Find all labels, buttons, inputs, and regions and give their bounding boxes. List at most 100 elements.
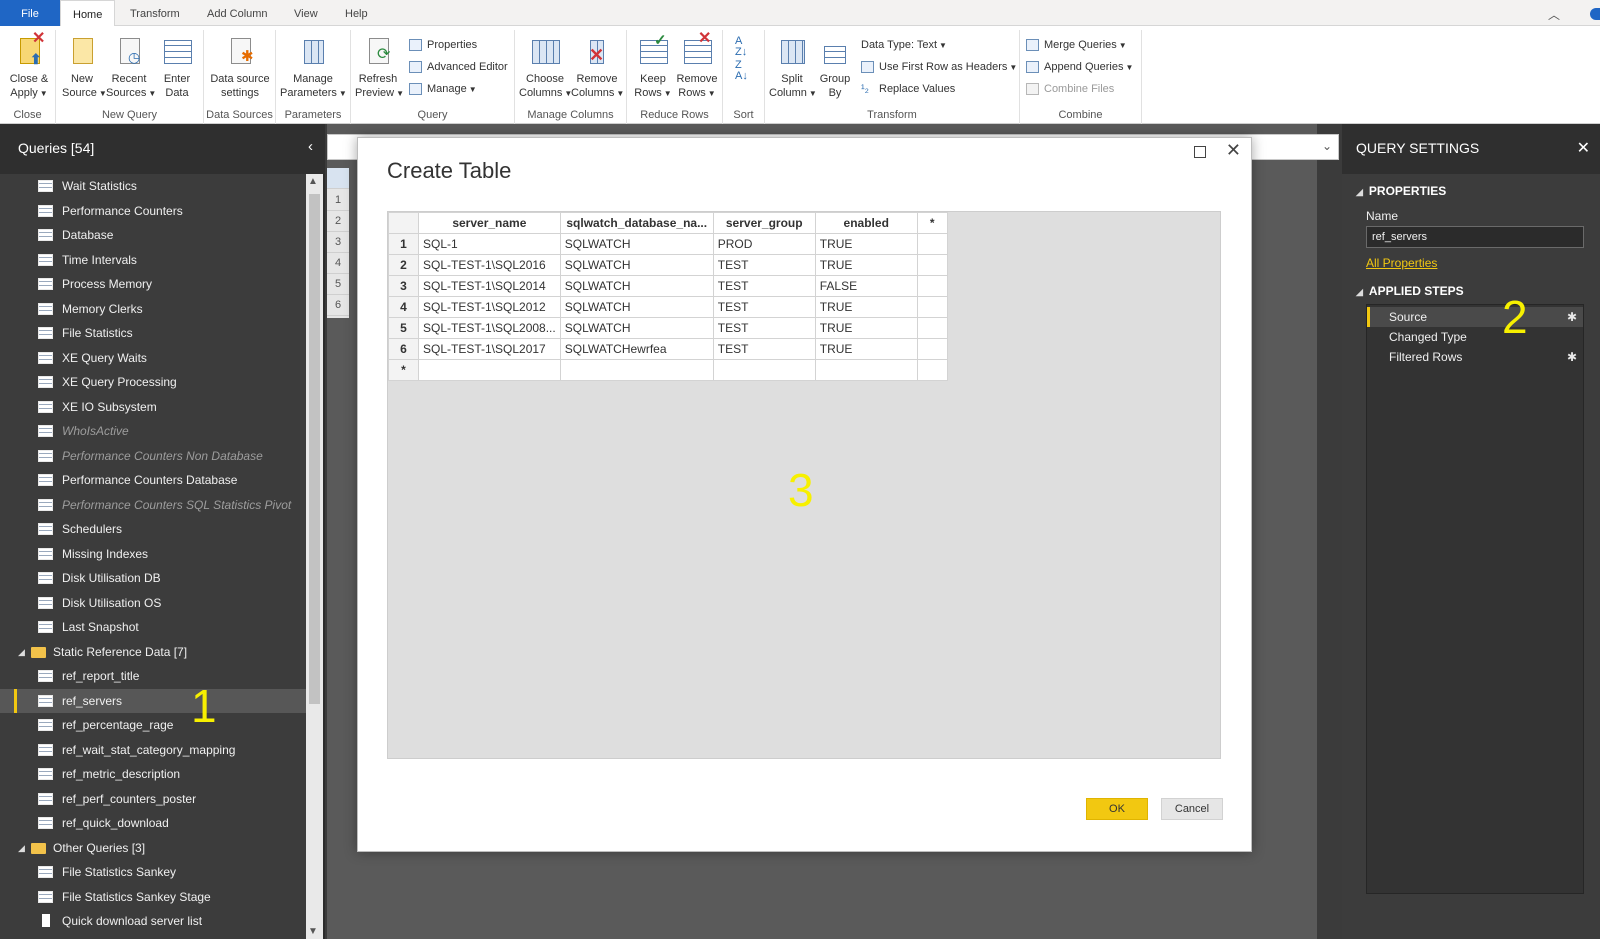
column-header[interactable]: enabled	[814, 212, 918, 234]
table-cell[interactable]	[916, 317, 948, 339]
close-icon[interactable]: ✕	[1577, 138, 1590, 158]
query-item[interactable]: XE IO Subsystem	[0, 395, 306, 419]
all-properties-link[interactable]: All Properties	[1366, 256, 1437, 270]
remove-columns-button[interactable]: ✕ Remove Columns ▼	[571, 36, 624, 101]
tab-add-column[interactable]: Add Column	[195, 0, 280, 27]
row-number[interactable]: 3	[388, 275, 419, 297]
scroll-down-icon[interactable]: ▼	[308, 926, 318, 937]
merge-queries-button[interactable]: Merge Queries ▼	[1026, 36, 1127, 54]
query-item[interactable]: File Statistics Sankey Stage	[0, 885, 306, 909]
query-item[interactable]: Last Snapshot	[0, 615, 306, 639]
gear-icon[interactable]: ✱	[1567, 307, 1577, 327]
applied-step[interactable]: Source ✱	[1367, 307, 1583, 327]
table-cell[interactable]	[418, 359, 561, 381]
table-cell[interactable]: TRUE	[814, 296, 918, 318]
query-folder[interactable]: ◢ Other Queries [3]	[0, 836, 306, 860]
query-folder[interactable]: ◢ Static Reference Data [7]	[0, 640, 306, 664]
table-cell[interactable]: FALSE	[814, 275, 918, 297]
chevron-up-icon[interactable]: ︿	[1548, 6, 1560, 22]
gear-icon[interactable]: ✱	[1567, 347, 1577, 367]
tab-help[interactable]: Help	[333, 0, 380, 27]
row-number[interactable]: 4	[388, 296, 419, 318]
table-cell[interactable]	[916, 296, 948, 318]
table-cell[interactable]: SQLWATCHewrfea	[559, 338, 714, 360]
new-row-marker[interactable]: *	[388, 359, 419, 381]
query-item[interactable]: Disk Utilisation OS	[0, 591, 306, 615]
properties-button[interactable]: Properties	[409, 36, 477, 54]
query-item[interactable]: Performance Counters Database	[0, 468, 306, 492]
add-column-header[interactable]: *	[916, 212, 948, 234]
query-name-input[interactable]	[1366, 226, 1584, 248]
table-cell[interactable]	[559, 359, 714, 381]
query-item[interactable]: ref_quick_download	[0, 811, 306, 835]
table-cell[interactable]: TEST	[712, 317, 816, 339]
query-item[interactable]: Database	[0, 223, 306, 247]
queries-scrollbar[interactable]: ▲ ▼	[306, 174, 323, 939]
query-item[interactable]: ref_report_title	[0, 664, 306, 688]
query-item[interactable]: Performance Counters	[0, 199, 306, 223]
manage-parameters-button[interactable]: Manage Parameters ▼	[280, 36, 347, 101]
properties-section[interactable]: ◢ PROPERTIES	[1356, 184, 1446, 198]
applied-steps-section[interactable]: ◢ APPLIED STEPS	[1356, 284, 1464, 298]
table-cell[interactable]: TEST	[712, 296, 816, 318]
split-column-button[interactable]: Split Column ▼	[769, 36, 817, 101]
query-item[interactable]: ref_wait_stat_category_mapping	[0, 738, 306, 762]
query-item[interactable]: Disk Utilisation DB	[0, 566, 306, 590]
group-by-button[interactable]: Group By	[817, 36, 853, 100]
table-cell[interactable]	[916, 254, 948, 276]
query-item[interactable]: Wait Statistics	[0, 174, 306, 198]
replace-values-button[interactable]: ¹₂ Replace Values	[861, 80, 955, 98]
recent-sources-button[interactable]: ◷ Recent Sources ▼	[106, 36, 156, 101]
query-item[interactable]: Process Memory	[0, 272, 306, 296]
query-item[interactable]: Performance Counters SQL Statistics Pivo…	[0, 493, 306, 517]
applied-step[interactable]: Filtered Rows ✱	[1367, 347, 1583, 367]
query-item[interactable]: XE Query Waits	[0, 346, 306, 370]
table-cell[interactable]	[916, 275, 948, 297]
table-cell[interactable]: PROD	[712, 233, 816, 255]
tab-transform[interactable]: Transform	[118, 0, 192, 27]
table-cell[interactable]: SQLWATCH	[559, 233, 714, 255]
enter-data-button[interactable]: Enter Data	[156, 36, 198, 100]
applied-step[interactable]: Changed Type	[1367, 327, 1583, 347]
table-cell[interactable]: SQLWATCH	[559, 254, 714, 276]
table-cell[interactable]: SQLWATCH	[559, 317, 714, 339]
query-item[interactable]: XE Query Processing	[0, 370, 306, 394]
sort-descending-icon[interactable]: Z A↓	[735, 60, 748, 82]
query-item[interactable]: Performance Counters Non Database	[0, 444, 306, 468]
query-item[interactable]: File Statistics	[0, 321, 306, 345]
query-item[interactable]: WhoIsActive	[0, 419, 306, 443]
table-cell[interactable]: SQL-TEST-1\SQL2016	[418, 254, 561, 276]
data-source-settings-button[interactable]: ✱ Data source settings	[208, 36, 272, 100]
row-number[interactable]: 1	[388, 233, 419, 255]
table-cell[interactable]: SQL-TEST-1\SQL2012	[418, 296, 561, 318]
refresh-preview-button[interactable]: ⟳ Refresh Preview ▼	[355, 36, 404, 101]
combine-files-button[interactable]: Combine Files	[1026, 80, 1114, 98]
table-cell[interactable]: TEST	[712, 275, 816, 297]
table-cell[interactable]: TRUE	[814, 254, 918, 276]
help-icon[interactable]	[1590, 8, 1600, 20]
query-item[interactable]: ref_percentage_rage	[0, 713, 306, 737]
sort-ascending-icon[interactable]: A Z↓	[735, 36, 747, 58]
query-item[interactable]: ref_metric_description	[0, 762, 306, 786]
table-cell[interactable]: TRUE	[814, 338, 918, 360]
cancel-button[interactable]: Cancel	[1161, 798, 1223, 820]
manage-button[interactable]: Manage ▼	[409, 80, 477, 98]
table-cell[interactable]: SQLWATCH	[559, 296, 714, 318]
tab-file[interactable]: File	[0, 0, 60, 27]
close-icon[interactable]: ✕	[1226, 140, 1241, 161]
triangle-down-icon[interactable]: ◢	[18, 836, 25, 860]
chevron-down-icon[interactable]: ⌄	[1322, 139, 1332, 153]
row-number[interactable]: 5	[388, 317, 419, 339]
table-cell[interactable]: TRUE	[814, 233, 918, 255]
table-cell[interactable]	[916, 233, 948, 255]
query-item[interactable]: Memory Clerks	[0, 297, 306, 321]
scrollbar-thumb[interactable]	[309, 194, 320, 704]
choose-columns-button[interactable]: Choose Columns ▼	[519, 36, 572, 101]
scroll-up-icon[interactable]: ▲	[308, 176, 318, 187]
query-item[interactable]: Missing Indexes	[0, 542, 306, 566]
new-source-button[interactable]: New Source ▼	[62, 36, 107, 101]
column-header[interactable]: server_name	[418, 212, 561, 234]
table-cell[interactable]: TEST	[712, 254, 816, 276]
table-cell[interactable]: SQL-TEST-1\SQL2014	[418, 275, 561, 297]
table-cell[interactable]	[712, 359, 816, 381]
